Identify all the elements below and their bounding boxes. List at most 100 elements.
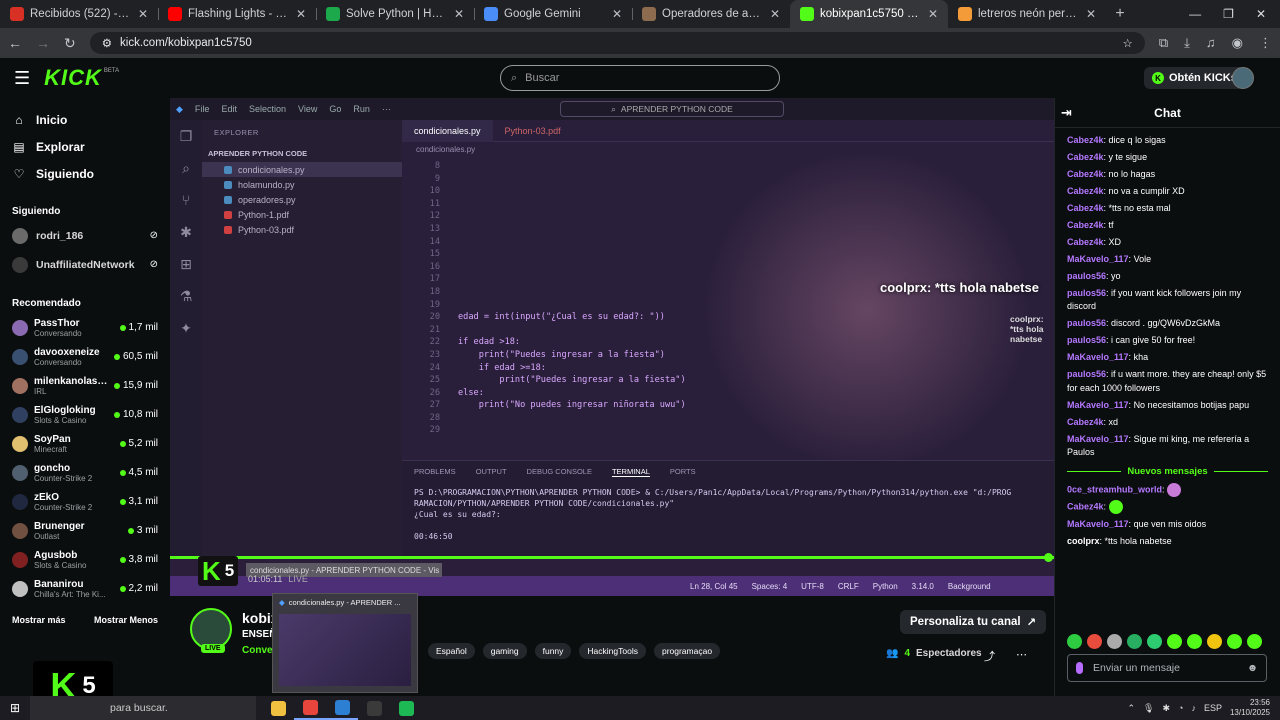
chat-username[interactable]: paulos56	[1067, 288, 1106, 298]
chat-username[interactable]: Cabez4k	[1067, 135, 1104, 145]
files-app[interactable]	[262, 696, 294, 720]
chat-username[interactable]: MaKavelo_117	[1067, 352, 1129, 362]
chat-username[interactable]: Cabez4k	[1067, 186, 1104, 196]
tab-close-icon[interactable]: ✕	[928, 7, 938, 21]
address-bar[interactable]: ⚙ kick.com/kobixpan1c5750 ☆	[89, 32, 1145, 54]
nav-item-inicio[interactable]: ⌂ Inicio	[0, 106, 170, 133]
collapse-chat-icon[interactable]: ⇥	[1061, 105, 1072, 121]
tab-close-icon[interactable]: ✕	[1086, 7, 1096, 21]
following-item[interactable]: UnaffiliatedNetwork ⊘	[0, 250, 170, 279]
emote-icon[interactable]	[1207, 634, 1222, 649]
profile-icon[interactable]: ◉	[1232, 35, 1243, 51]
emote-icon[interactable]	[1087, 634, 1102, 649]
recommended-item[interactable]: davooxeneize Conversando 60,5 mil	[0, 342, 170, 371]
emote-icon[interactable]	[1127, 634, 1142, 649]
chat-username[interactable]: paulos56	[1067, 318, 1106, 328]
bookmark-star-icon[interactable]: ☆	[1123, 36, 1133, 50]
tab-close-icon[interactable]: ✕	[296, 7, 306, 21]
recommended-item[interactable]: PassThor Conversando 1,7 mil	[0, 313, 170, 342]
chat-username[interactable]: paulos56	[1067, 335, 1106, 345]
recommended-item[interactable]: Brunenger Outlast 3 mil	[0, 516, 170, 545]
bluetooth-icon[interactable]: ✱	[1162, 703, 1170, 714]
clock[interactable]: 23:56 13/10/2025	[1230, 698, 1270, 718]
tab-close-icon[interactable]: ✕	[138, 7, 148, 21]
taskbar-search[interactable]: para buscar.	[30, 696, 256, 720]
mic-icon[interactable]	[1076, 662, 1083, 674]
back-icon[interactable]: ←	[8, 35, 22, 51]
tab-close-icon[interactable]: ✕	[770, 7, 780, 21]
stream-tag[interactable]: gaming	[482, 643, 527, 659]
emoji-picker-icon[interactable]: ☻	[1247, 662, 1258, 674]
chat-username[interactable]: paulos56	[1067, 271, 1106, 281]
browser-tab[interactable]: Google Gemini ✕	[474, 0, 632, 28]
search-input[interactable]: ⌕ Buscar	[500, 65, 780, 91]
stream-tag[interactable]: funny	[534, 643, 572, 659]
wifi-icon[interactable]: ◔	[1178, 703, 1183, 713]
browser-menu-icon[interactable]: ⋮	[1259, 35, 1272, 51]
chat-username[interactable]: Cabez4k	[1067, 169, 1104, 179]
chrome-app[interactable]	[294, 696, 326, 720]
spotify-app[interactable]	[390, 696, 422, 720]
emote-icon[interactable]	[1107, 634, 1122, 649]
restore-icon[interactable]: ❐	[1223, 7, 1234, 21]
customize-channel-button[interactable]: Personaliza tu canal ↗	[900, 610, 1047, 634]
emote-icon[interactable]	[1187, 634, 1202, 649]
nav-item-explorar[interactable]: ▤ Explorar	[0, 133, 170, 160]
windows-start-icon[interactable]: ⊞	[0, 701, 30, 715]
browser-tab[interactable]: Operadores de asignación | Py ✕	[632, 0, 790, 28]
chat-username[interactable]: MaKavelo_117	[1067, 434, 1129, 444]
media-control-icon[interactable]: ♫	[1206, 35, 1216, 51]
stream-tag[interactable]: programaçao	[653, 643, 721, 659]
browser-tab[interactable]: Solve Python | HackerRank ✕	[316, 0, 474, 28]
chat-username[interactable]: Cabez4k	[1067, 203, 1104, 213]
share-icon[interactable]: ⤴	[984, 648, 995, 664]
user-avatar[interactable]	[1232, 67, 1254, 89]
close-window-icon[interactable]: ✕	[1256, 7, 1266, 21]
recommended-item[interactable]: SoyPan Minecraft 5,2 mil	[0, 429, 170, 458]
volume-icon[interactable]: ♪	[1191, 703, 1196, 713]
nav-item-siguiendo[interactable]: ♡ Siguiendo	[0, 160, 170, 187]
chat-username[interactable]: MaKavelo_117	[1067, 254, 1129, 264]
chat-username[interactable]: coolprx	[1067, 536, 1100, 546]
emote-icon[interactable]	[1067, 634, 1082, 649]
chat-username[interactable]: MaKavelo_117	[1067, 400, 1129, 410]
url-text[interactable]: kick.com/kobixpan1c5750	[120, 37, 1115, 49]
recommended-item[interactable]: milenkanolasco IRL 15,9 mil	[0, 371, 170, 400]
chat-username[interactable]: Cabez4k	[1067, 501, 1104, 511]
chat-input[interactable]: Enviar un mensaje ☻	[1067, 654, 1267, 682]
new-tab-button[interactable]: +	[1106, 5, 1134, 23]
video-progress-handle[interactable]	[1044, 553, 1053, 562]
tab-close-icon[interactable]: ✕	[454, 7, 464, 21]
reload-icon[interactable]: ↻	[64, 35, 76, 52]
site-info-icon[interactable]: ⚙	[102, 36, 112, 50]
browser-tab[interactable]: kobixpan1c5750 Stream - Watch ✕	[790, 0, 948, 28]
emote-icon[interactable]	[1147, 634, 1162, 649]
vscode-app[interactable]	[326, 696, 358, 720]
stream-tag[interactable]: HackingTools	[579, 643, 646, 659]
download-icon[interactable]: ⤓	[1184, 35, 1190, 51]
recommended-item[interactable]: zEkO Counter-Strike 2 3,1 mil	[0, 487, 170, 516]
emote-icon[interactable]	[1167, 634, 1182, 649]
chat-username[interactable]: MaKavelo_117	[1067, 519, 1129, 529]
emote-icon[interactable]	[1227, 634, 1242, 649]
forward-icon[interactable]: →	[36, 35, 50, 51]
recommended-item[interactable]: goncho Counter-Strike 2 4,5 mil	[0, 458, 170, 487]
show-more-button[interactable]: Mostrar más	[12, 615, 66, 625]
obs-app[interactable]	[358, 696, 390, 720]
chat-username[interactable]: 0ce_streamhub_world	[1067, 484, 1162, 494]
taskbar-thumbnail-preview[interactable]: ◆ condicionales.py - APRENDER ...	[272, 593, 418, 693]
more-options-icon[interactable]: ⋯	[1016, 648, 1027, 661]
language-indicator[interactable]: ESP	[1204, 703, 1222, 713]
extensions-icon[interactable]: ⧉	[1159, 35, 1168, 51]
menu-icon[interactable]: ☰	[14, 68, 30, 89]
show-less-button[interactable]: Mostrar Menos	[94, 615, 158, 625]
video-player[interactable]: ◆ File Edit Selection View Go Run ··· ⌕ APREND…	[170, 98, 1054, 596]
browser-tab[interactable]: Flashing Lights - YouTube ✕	[158, 0, 316, 28]
following-item[interactable]: rodri_186 ⊘	[0, 221, 170, 250]
chat-username[interactable]: Cabez4k	[1067, 237, 1104, 247]
tray-chevron-icon[interactable]: ⌃	[1127, 703, 1135, 714]
get-kicks-button[interactable]: K Obtén KICKs	[1144, 67, 1245, 89]
emote-icon[interactable]	[1247, 634, 1262, 649]
chat-username[interactable]: Cabez4k	[1067, 417, 1104, 427]
chat-username[interactable]: Cabez4k	[1067, 152, 1104, 162]
